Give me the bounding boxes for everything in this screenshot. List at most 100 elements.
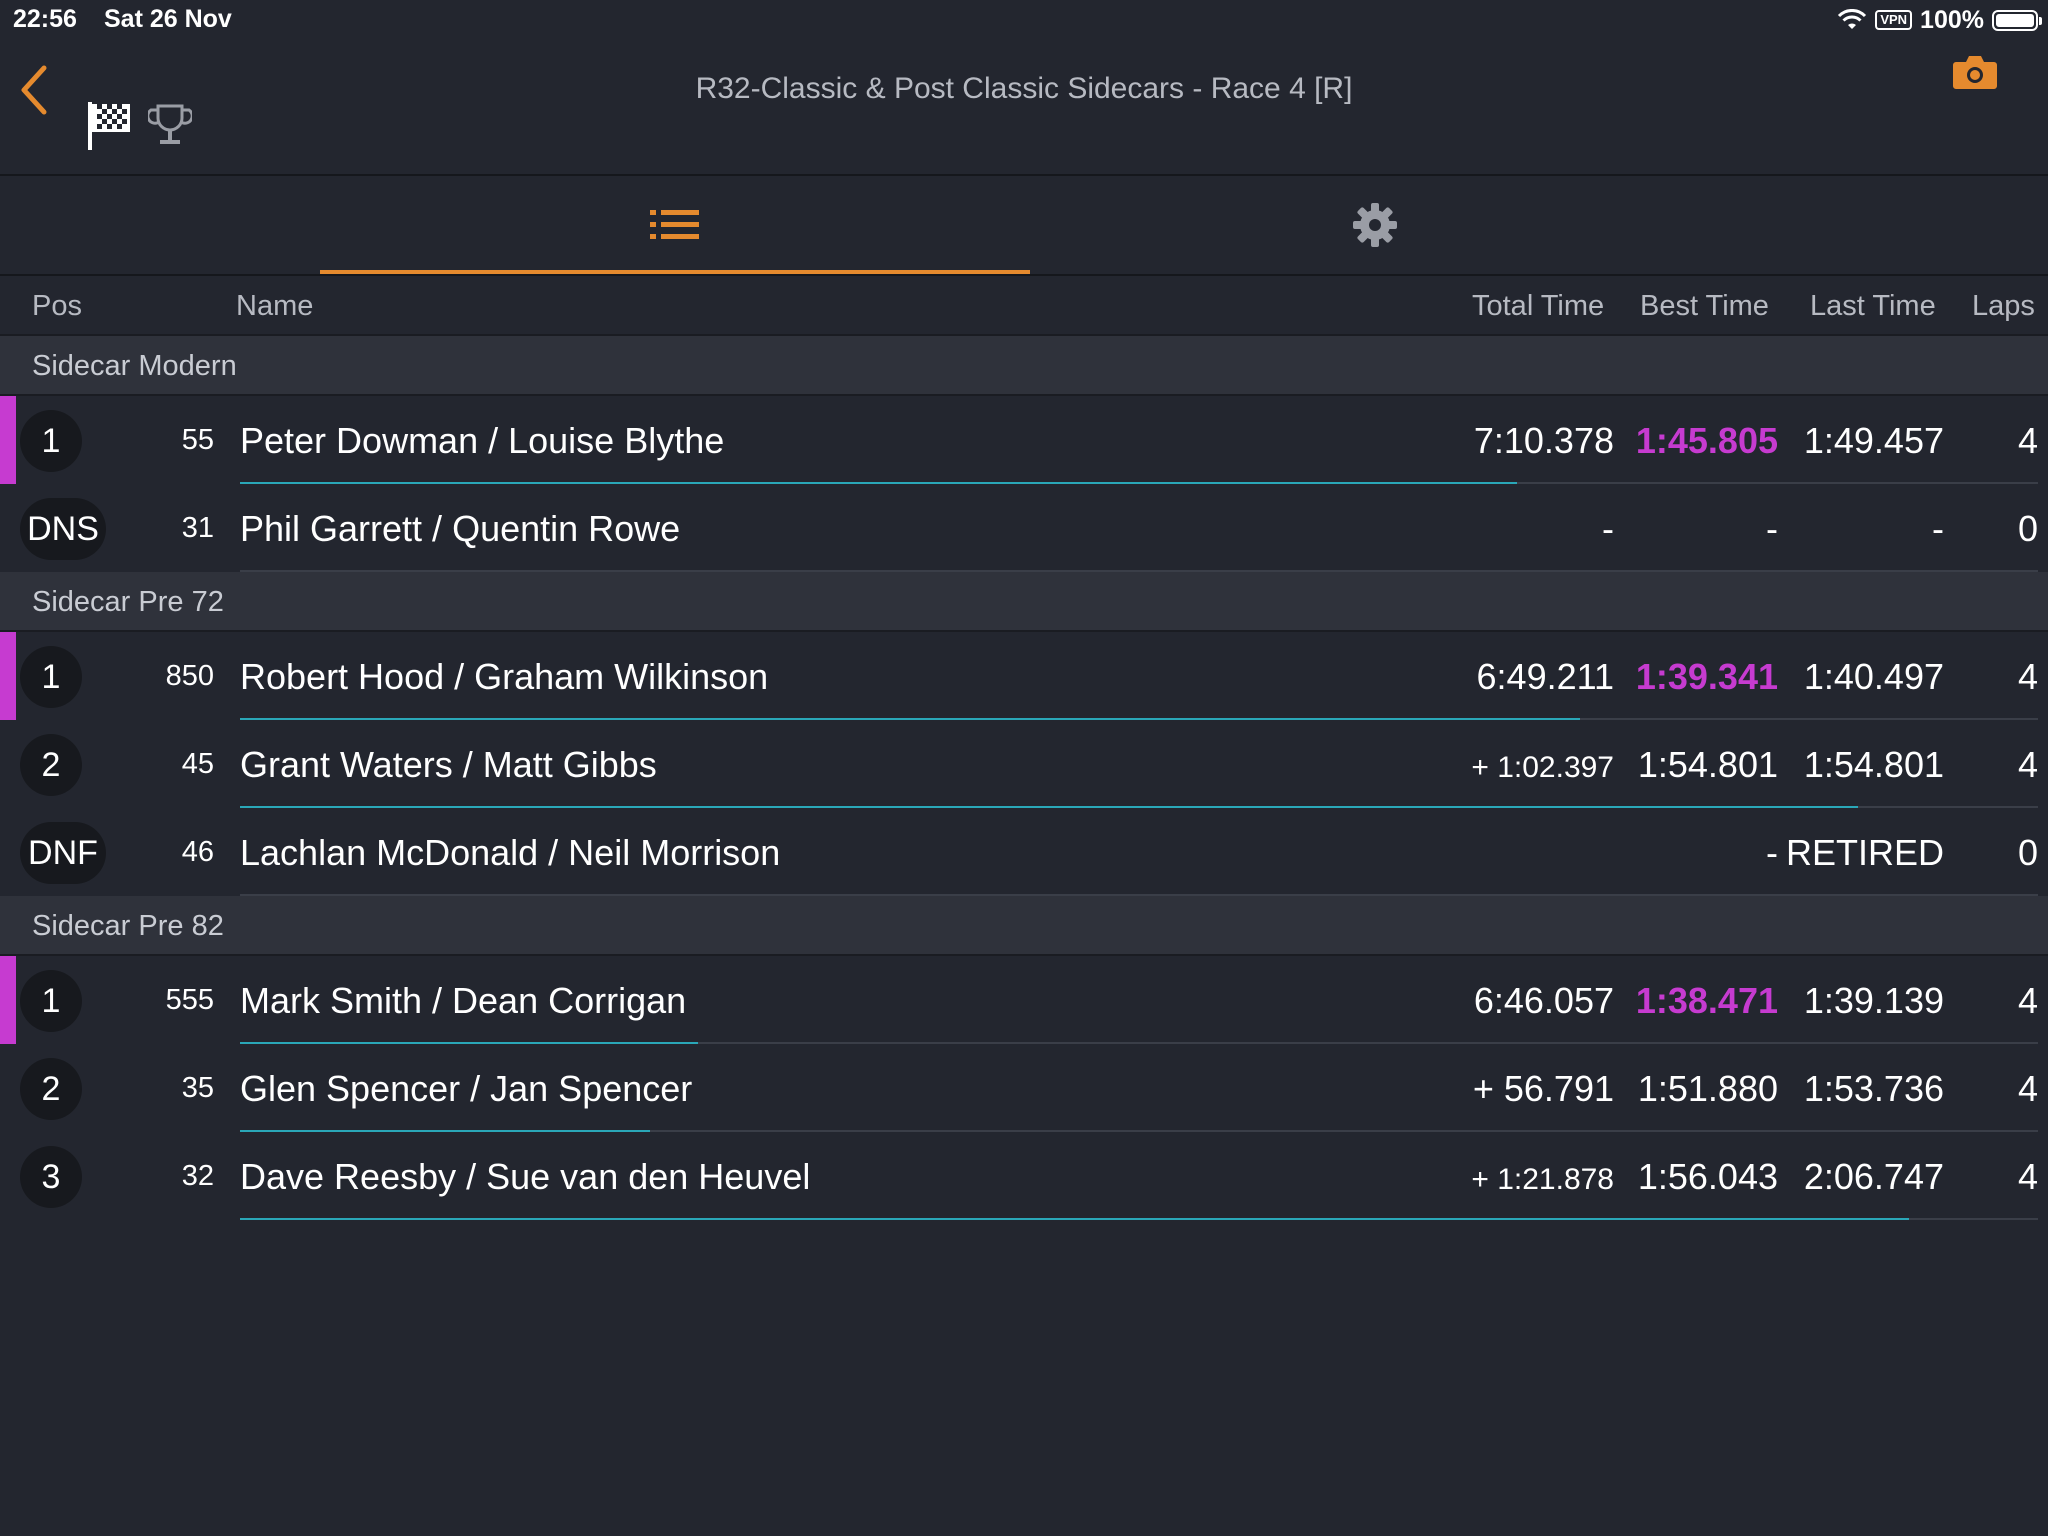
rider-names: Glen Spencer / Jan Spencer xyxy=(240,1068,693,1109)
position-badge: DNF xyxy=(20,822,106,884)
status-right: VPN 100% xyxy=(1837,4,2042,36)
total-time: 7:10.378 xyxy=(1473,420,1614,461)
status-bar: 22:56 Sat 26 Nov VPN 100% xyxy=(0,0,2048,40)
result-row[interactable]: 2 45 Grant Waters / Matt Gibbs + 1:02.397 1:… xyxy=(0,720,2048,808)
page-title: R32-Classic & Post Classic Sidecars - Ra… xyxy=(695,72,1353,105)
best-time: 1:56.043 xyxy=(1637,1156,1778,1197)
laps-count: 4 xyxy=(2017,420,2038,461)
result-row[interactable]: DNF 46 Lachlan McDonald / Neil Morrison - RE… xyxy=(0,808,2048,896)
vpn-badge: VPN xyxy=(1875,10,1913,30)
section-title: Sidecar Pre 82 xyxy=(32,910,224,942)
active-tab-indicator xyxy=(320,270,1030,274)
position-badge: 2 xyxy=(20,734,82,796)
last-time: 1:39.139 xyxy=(1803,980,1944,1021)
position-badge: 3 xyxy=(20,1146,82,1208)
laps-count: 0 xyxy=(2017,508,2038,549)
laps-count: 0 xyxy=(2017,832,2038,873)
leader-indicator xyxy=(0,956,16,1044)
trophy-icon[interactable] xyxy=(146,102,194,153)
rider-names: Robert Hood / Graham Wilkinson xyxy=(240,656,769,697)
best-time: 1:45.805 xyxy=(1635,420,1778,461)
last-time: 1:53.736 xyxy=(1803,1068,1944,1109)
position-badge: DNS xyxy=(20,498,106,560)
progress-bar xyxy=(240,1218,1909,1220)
best-time: 1:54.801 xyxy=(1637,744,1778,785)
best-time: 1:51.880 xyxy=(1637,1068,1778,1109)
race-number: 32 xyxy=(181,1160,214,1192)
position-badge: 1 xyxy=(20,646,82,708)
camera-icon xyxy=(1953,56,1997,89)
list-icon xyxy=(650,210,699,239)
leader-indicator xyxy=(0,632,16,720)
race-number: 555 xyxy=(165,984,214,1016)
section-header: Sidecar Pre 72 xyxy=(0,572,2048,632)
laps-count: 4 xyxy=(2017,1068,2038,1109)
col-laps[interactable]: Laps xyxy=(1972,290,2035,323)
laps-count: 4 xyxy=(2017,980,2038,1021)
laps-count: 4 xyxy=(2017,1156,2038,1197)
rider-names: Peter Dowman / Louise Blythe xyxy=(240,420,725,461)
last-time: 1:40.497 xyxy=(1803,656,1944,697)
last-time: - xyxy=(1932,508,1944,549)
gear-icon xyxy=(1353,203,1397,247)
position-badge: 1 xyxy=(20,970,82,1032)
last-time: 1:49.457 xyxy=(1803,420,1944,461)
section-title: Sidecar Pre 72 xyxy=(32,586,224,618)
tab-settings[interactable] xyxy=(1020,176,1730,274)
section-header: Sidecar Modern xyxy=(0,336,2048,396)
race-number: 850 xyxy=(165,660,214,692)
race-number: 45 xyxy=(181,748,214,780)
col-name[interactable]: Name xyxy=(236,290,313,323)
rider-names: Phil Garrett / Quentin Rowe xyxy=(240,508,681,549)
leader-indicator xyxy=(0,396,16,484)
col-pos[interactable]: Pos xyxy=(32,290,82,323)
result-row[interactable]: 3 32 Dave Reesby / Sue van den Heuvel + 1:2… xyxy=(0,1132,2048,1220)
rider-names: Grant Waters / Matt Gibbs xyxy=(240,744,657,785)
header: R32-Classic & Post Classic Sidecars - Ra… xyxy=(0,40,2048,176)
total-time: - xyxy=(1602,508,1614,549)
last-time: 1:54.801 xyxy=(1803,744,1944,785)
total-time: 6:49.211 xyxy=(1476,656,1614,697)
wifi-icon xyxy=(1838,9,1867,29)
result-row[interactable]: 1 55 Peter Dowman / Louise Blythe 7:10.378 1… xyxy=(0,396,2048,484)
status-date: Sat 26 Nov xyxy=(104,5,232,33)
race-number: 55 xyxy=(181,424,214,456)
last-time: RETIRED xyxy=(1785,832,1944,873)
race-number: 35 xyxy=(181,1072,214,1104)
checkered-flag-icon[interactable] xyxy=(86,100,132,157)
column-header: Pos Name Total Time Best Time Last Time … xyxy=(0,276,2048,336)
laps-count: 4 xyxy=(2017,656,2038,697)
battery-percent: 100% xyxy=(1920,5,1984,34)
race-number: 46 xyxy=(181,836,214,868)
section-title: Sidecar Modern xyxy=(32,350,237,382)
last-time: 2:06.747 xyxy=(1803,1156,1944,1197)
tab-bar xyxy=(0,176,2048,276)
total-time: + 1:21.878 xyxy=(1471,1163,1614,1196)
result-row[interactable]: 2 35 Glen Spencer / Jan Spencer + 56.791 1:5… xyxy=(0,1044,2048,1132)
col-last-time[interactable]: Last Time xyxy=(1810,290,1936,323)
section-header: Sidecar Pre 82 xyxy=(0,896,2048,956)
best-time: 1:38.471 xyxy=(1635,980,1778,1021)
result-row[interactable]: DNS 31 Phil Garrett / Quentin Rowe - - - 0 xyxy=(0,484,2048,572)
col-best-time[interactable]: Best Time xyxy=(1640,290,1769,323)
total-time: + 56.791 xyxy=(1472,1068,1614,1109)
total-time: + 1:02.397 xyxy=(1471,751,1614,784)
col-total-time[interactable]: Total Time xyxy=(1472,290,1604,323)
best-time: 1:39.341 xyxy=(1635,656,1778,697)
best-time: - xyxy=(1766,832,1778,873)
tab-results-list[interactable] xyxy=(320,176,1030,274)
total-time: 6:46.057 xyxy=(1473,980,1614,1021)
status-time: 22:56 xyxy=(13,5,77,33)
best-time: - xyxy=(1766,508,1778,549)
rider-names: Mark Smith / Dean Corrigan xyxy=(240,980,687,1021)
result-row[interactable]: 1 555 Mark Smith / Dean Corrigan 6:46.057 1:… xyxy=(0,956,2048,1044)
rider-names: Dave Reesby / Sue van den Heuvel xyxy=(240,1156,811,1197)
laps-count: 4 xyxy=(2017,744,2038,785)
position-badge: 2 xyxy=(20,1058,82,1120)
rider-names: Lachlan McDonald / Neil Morrison xyxy=(240,832,781,873)
position-badge: 1 xyxy=(20,410,82,472)
camera-button[interactable] xyxy=(1952,52,1998,97)
battery-icon xyxy=(1992,9,2042,31)
race-number: 31 xyxy=(181,512,214,544)
result-row[interactable]: 1 850 Robert Hood / Graham Wilkinson 6:49.2… xyxy=(0,632,2048,720)
